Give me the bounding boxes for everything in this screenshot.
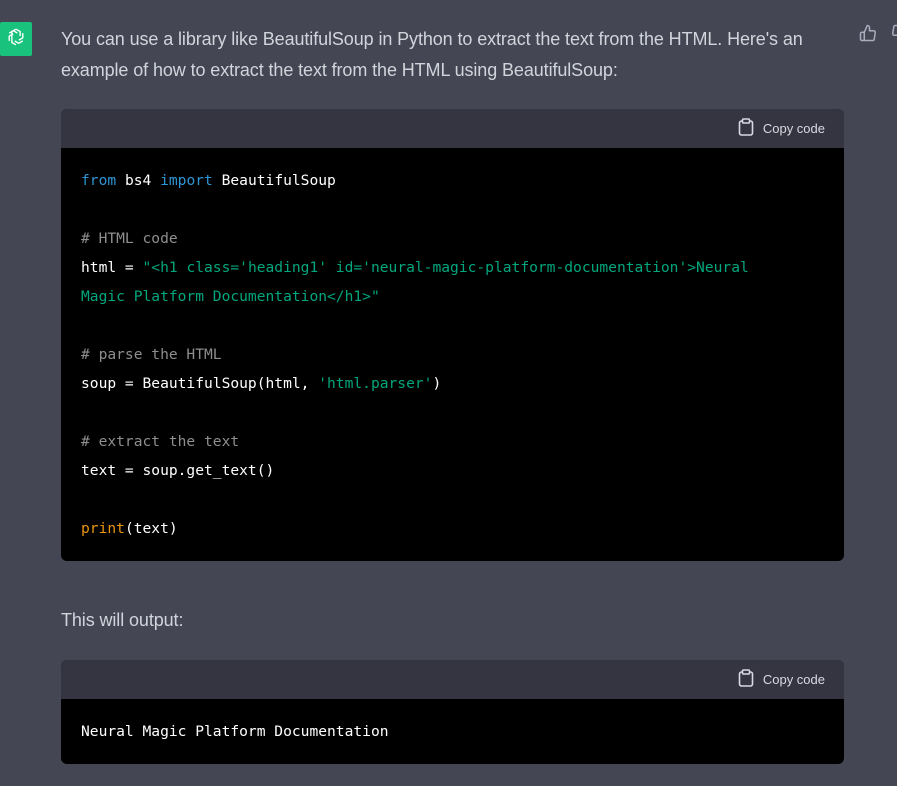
thumbs-up-icon xyxy=(859,24,877,47)
copy-code-label: Copy code xyxy=(762,121,825,136)
code-block-python: Copy code from bs4 import BeautifulSoup #… xyxy=(61,109,844,561)
code-token: # extract the text xyxy=(81,433,240,450)
outro-paragraph: This will output: xyxy=(61,610,184,630)
code-token: 'html.parser' xyxy=(318,375,433,392)
code-content: Neural Magic Platform Documentation xyxy=(61,699,844,764)
copy-code-label: Copy code xyxy=(762,672,825,687)
copy-code-button[interactable]: Copy code xyxy=(738,118,825,139)
code-token: text = soup.get_text() xyxy=(81,462,275,479)
code-block-output: Copy code Neural Magic Platform Document… xyxy=(61,660,844,764)
code-token: ) xyxy=(432,375,442,392)
code-token: import xyxy=(160,172,213,189)
code-token: BeautifulSoup xyxy=(212,172,336,189)
code-line: print(text) xyxy=(81,514,824,543)
code-token: # HTML code xyxy=(81,230,178,247)
code-line: # HTML code xyxy=(81,224,824,253)
code-line: soup = BeautifulSoup(html, 'html.parser'… xyxy=(81,369,824,398)
code-header: Copy code xyxy=(61,109,844,148)
code-token: print xyxy=(81,520,125,537)
assistant-avatar xyxy=(0,22,32,56)
intro-paragraph: You can use a library like BeautifulSoup… xyxy=(61,29,803,80)
code-content: from bs4 import BeautifulSoup # HTML code… xyxy=(61,148,844,561)
openai-logo-icon xyxy=(5,26,27,53)
code-line: html = "<h1 class='heading1' id='neural-… xyxy=(81,253,824,282)
code-token: bs4 xyxy=(116,172,161,189)
code-header: Copy code xyxy=(61,660,844,699)
code-token: (text) xyxy=(124,520,178,537)
clipboard-icon xyxy=(738,118,754,139)
code-token: # parse the HTML xyxy=(81,346,222,363)
code-token: "<h1 class='heading1' id='neural-magic-p… xyxy=(142,259,749,276)
code-token: Magic Platform Documentation</h1>" xyxy=(81,288,380,305)
feedback-buttons xyxy=(858,24,897,47)
code-token: soup = BeautifulSoup(html, xyxy=(81,375,319,392)
code-token: html = xyxy=(81,259,143,276)
thumbs-down-button[interactable] xyxy=(890,24,897,47)
code-line: Magic Platform Documentation</h1>" xyxy=(81,282,824,311)
code-line: Neural Magic Platform Documentation xyxy=(81,717,824,746)
code-line: # parse the HTML xyxy=(81,340,824,369)
code-line: text = soup.get_text() xyxy=(81,456,824,485)
message-content: You can use a library like BeautifulSoup… xyxy=(61,24,844,764)
copy-code-button[interactable]: Copy code xyxy=(738,669,825,690)
code-token: from xyxy=(81,172,117,189)
code-token: Neural Magic Platform Documentation xyxy=(81,723,389,740)
clipboard-icon xyxy=(738,669,754,690)
thumbs-down-icon xyxy=(891,24,897,47)
code-line: # extract the text xyxy=(81,427,824,456)
chat-message: You can use a library like BeautifulSoup… xyxy=(0,0,897,786)
code-line: from bs4 import BeautifulSoup xyxy=(81,166,824,195)
thumbs-up-button[interactable] xyxy=(858,24,878,47)
